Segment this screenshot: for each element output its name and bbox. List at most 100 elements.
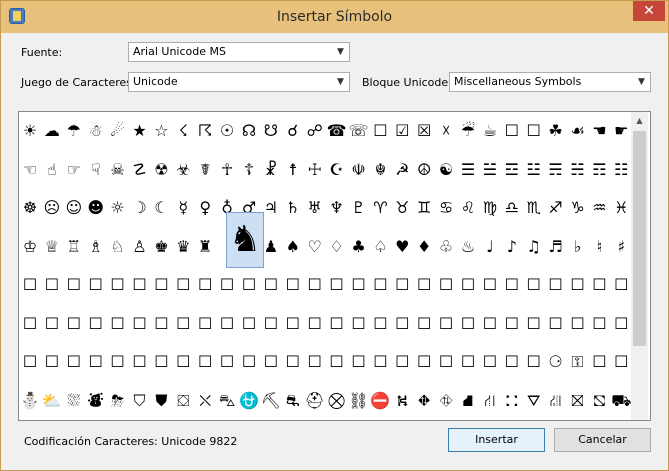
symbol-cell[interactable]: ☐ [85,349,107,375]
symbol-cell[interactable]: ♚ [150,234,172,260]
symbol-cell[interactable]: ☐ [369,272,391,298]
symbol-cell[interactable]: ☐ [85,311,107,337]
symbol-cell[interactable]: ☐ [304,272,326,298]
symbol-cell[interactable]: ☐ [216,272,238,298]
symbol-cell[interactable]: ☐ [413,272,435,298]
symbol-cell[interactable]: ⛇ [85,388,107,414]
symbol-cell[interactable]: ☐ [479,272,501,298]
vertical-scrollbar[interactable]: ▲ [631,112,648,420]
symbol-cell[interactable]: ☐ [435,311,457,337]
symbol-cell[interactable]: ♐ [545,195,567,221]
symbol-cell[interactable]: ☐ [348,349,370,375]
symbol-cell[interactable]: ♛ [172,234,194,260]
symbol-cell[interactable]: ☐ [479,311,501,337]
symbol-cell[interactable]: ♮ [588,234,610,260]
symbol-cell[interactable]: ☐ [172,272,194,298]
symbol-cell[interactable]: ☐ [19,311,41,337]
symbol-cell[interactable]: ☐ [260,349,282,375]
symbol-cell[interactable]: ♎ [501,195,523,221]
symbol-cell[interactable]: ☐ [194,349,216,375]
symbol-cell[interactable]: ☐ [41,272,63,298]
symbol-cell[interactable]: ⛎ [238,388,260,414]
symbol-cell[interactable]: ☐ [282,272,304,298]
symbol-cell[interactable]: ☾ [150,195,172,221]
symbol-cell[interactable]: ☪ [326,157,348,183]
symbol-cell[interactable]: ☐ [501,272,523,298]
symbol-cell[interactable]: ☺ [63,195,85,221]
symbol-cell[interactable]: ☽ [129,195,151,221]
symbol-cell[interactable]: ☐ [150,311,172,337]
symbol-cell[interactable]: ♗ [85,234,107,260]
font-select[interactable]: Arial Unicode MS ▼ [128,42,350,62]
symbol-cell[interactable]: ☐ [216,311,238,337]
symbol-cell[interactable]: ⛓ [348,388,370,414]
symbol-cell[interactable]: ♨ [457,234,479,260]
symbol-cell[interactable]: ☲ [501,157,523,183]
symbol-cell[interactable]: ☃ [85,118,107,144]
symbol-cell[interactable]: ♌ [457,195,479,221]
symbol-cell[interactable]: ☦ [238,157,260,183]
symbol-cell[interactable]: ☐ [610,272,632,298]
symbol-cell[interactable]: ☢ [150,157,172,183]
symbol-cell[interactable]: ♀ [194,195,216,221]
symbol-cell[interactable]: ☼ [107,195,129,221]
symbol-cell[interactable]: ⛅ [41,388,63,414]
symbol-cell[interactable]: ☐ [238,272,260,298]
symbol-cell[interactable]: ♭ [567,234,589,260]
symbol-cell[interactable]: ☐ [282,311,304,337]
symbol-cell[interactable]: ☛ [610,118,632,144]
symbol-cell[interactable]: ☐ [501,311,523,337]
symbol-cell[interactable]: ☣ [172,157,194,183]
symbol-cell[interactable]: ☒ [413,118,435,144]
symbol-cell[interactable]: ☐ [523,311,545,337]
symbol-cell[interactable]: ☞ [63,157,85,183]
symbol-cell[interactable]: ☙ [567,118,589,144]
symbol-cell[interactable]: ♩ [479,234,501,260]
symbol-cell[interactable]: ☐ [260,272,282,298]
symbol-cell[interactable]: ♪ [501,234,523,260]
symbol-cell[interactable]: ☐ [435,349,457,375]
symbol-cell[interactable]: ♓ [610,195,632,221]
symbol-cell[interactable]: ♋ [435,195,457,221]
symbol-cell[interactable]: ☐ [107,311,129,337]
symbol-cell[interactable]: ☐ [238,311,260,337]
symbol-cell[interactable]: ☑ [391,118,413,144]
symbol-cell[interactable]: ♣ [348,234,370,260]
symbol-cell[interactable]: ☐ [391,272,413,298]
symbol-cell[interactable]: ☿ [172,195,194,221]
symbol-cell[interactable]: ☷ [610,157,632,183]
symbol-cell[interactable]: ♏ [523,195,545,221]
symbol-cell[interactable]: ⛆ [63,388,85,414]
symbol-cell[interactable]: ♒ [588,195,610,221]
symbol-cell[interactable]: ☐ [194,272,216,298]
symbol-cell[interactable]: ⛘ [457,388,479,414]
symbol-cell[interactable]: ☴ [545,157,567,183]
symbol-cell[interactable]: ☐ [326,272,348,298]
symbol-cell[interactable]: ☌ [282,118,304,144]
symbol-cell[interactable]: ⛟ [610,388,632,414]
symbol-cell[interactable]: ☚ [588,118,610,144]
symbol-cell[interactable]: ☆ [150,118,172,144]
symbol-cell[interactable]: ♖ [63,234,85,260]
symbol-cell[interactable]: ☐ [150,349,172,375]
symbol-cell[interactable]: ♉ [391,195,413,221]
symbol-cell[interactable]: ⛉ [129,388,151,414]
symbol-cell[interactable]: ☳ [523,157,545,183]
symbol-cell[interactable]: ⛛ [523,388,545,414]
symbol-cell[interactable]: ☐ [129,272,151,298]
symbol-cell[interactable]: ☐ [435,272,457,298]
symbol-cell[interactable]: ☐ [457,349,479,375]
symbol-cell[interactable]: ☐ [610,349,632,375]
symbol-cell[interactable]: ⛊ [150,388,172,414]
symbol-cell[interactable]: ♦ [413,234,435,260]
symbol-cell[interactable]: ☊ [238,118,260,144]
symbol-cell[interactable]: ⛖ [413,388,435,414]
symbol-cell[interactable]: ⛏ [260,388,282,414]
symbol-cell[interactable]: ☈ [194,118,216,144]
symbol-cell[interactable]: ☜ [19,157,41,183]
symbol-cell[interactable]: ☘ [545,118,567,144]
symbol-cell[interactable]: ☸ [19,195,41,221]
symbol-cell[interactable]: ☟ [85,157,107,183]
symbol-cell[interactable]: ☐ [479,349,501,375]
symbol-cell[interactable]: ☔ [457,118,479,144]
